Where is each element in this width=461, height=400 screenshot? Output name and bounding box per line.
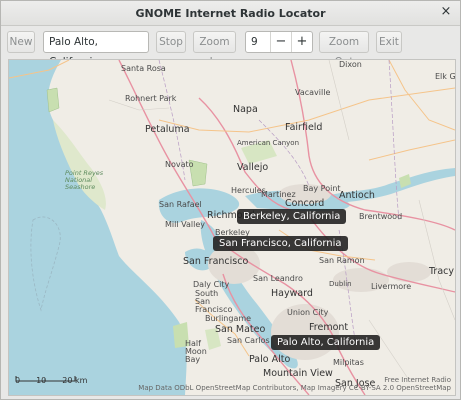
place-label: Dublin bbox=[329, 280, 352, 288]
place-label: San Carlos bbox=[227, 336, 270, 345]
place-label: San Mateo bbox=[215, 324, 266, 335]
place-label: Fremont bbox=[309, 322, 349, 333]
place-label: Fairfield bbox=[285, 122, 323, 133]
location-input[interactable]: Palo Alto, California bbox=[43, 31, 149, 68]
place-label: Rohnert Park bbox=[125, 94, 177, 103]
place-label: Hayward bbox=[271, 288, 313, 299]
place-label: Milpitas bbox=[333, 358, 364, 367]
zoom-increment-button[interactable]: + bbox=[291, 32, 312, 52]
station-marker-palo-alto[interactable]: Palo Alto, California bbox=[271, 335, 381, 350]
window-title: GNOME Internet Radio Locator bbox=[135, 6, 326, 20]
map-scale: 0 10 20 km bbox=[15, 376, 87, 385]
zoom-level-stepper[interactable]: 9 − + bbox=[245, 31, 313, 53]
attribution-line-2[interactable]: Map Data ODbL OpenStreetMap Contributors… bbox=[138, 384, 451, 392]
map-attribution: Free Internet Radio Map Data ODbL OpenSt… bbox=[138, 376, 451, 392]
station-marker-san-francisco[interactable]: San Francisco, California bbox=[213, 236, 348, 251]
place-label: Half Moon Bay bbox=[185, 339, 207, 364]
title-bar[interactable]: GNOME Internet Radio Locator × bbox=[1, 1, 460, 26]
place-label: South San Francisco bbox=[195, 289, 233, 314]
exit-button[interactable]: Exit bbox=[376, 31, 402, 53]
place-label: Elk Gr bbox=[435, 72, 456, 81]
place-label: Novato bbox=[165, 160, 194, 169]
place-label: Petaluma bbox=[145, 124, 190, 135]
place-label: Napa bbox=[233, 104, 258, 115]
toolbar: New Palo Alto, California Stop Zoom In 9… bbox=[1, 26, 460, 68]
place-label: Point Reyes National Seashore bbox=[65, 169, 104, 191]
new-button[interactable]: New bbox=[7, 31, 35, 53]
zoom-level-value[interactable]: 9 bbox=[246, 32, 270, 52]
place-label: Vallejo bbox=[237, 162, 269, 173]
app-window: GNOME Internet Radio Locator × New Palo … bbox=[0, 0, 461, 400]
place-label: Burlingame bbox=[205, 314, 252, 323]
place-label: Dixon bbox=[339, 60, 362, 69]
zoom-in-button[interactable]: Zoom In bbox=[193, 31, 236, 68]
scale-bar bbox=[15, 376, 76, 382]
place-label: San Rafael bbox=[159, 200, 202, 209]
place-label: Daly City bbox=[193, 280, 230, 289]
place-label: Palo Alto bbox=[249, 354, 291, 365]
place-label: Union City bbox=[287, 308, 329, 317]
attribution-line-1: Free Internet Radio bbox=[384, 376, 451, 384]
stop-button[interactable]: Stop bbox=[156, 31, 186, 53]
place-label: San Leandro bbox=[253, 274, 303, 283]
zoom-decrement-button[interactable]: − bbox=[270, 32, 291, 52]
map-view[interactable]: Santa Rosa Rohnert Park Petaluma Napa Va… bbox=[8, 59, 456, 396]
place-label: San Ramon bbox=[319, 256, 365, 265]
place-label: Tracy bbox=[429, 266, 454, 277]
place-label: Bay Point bbox=[303, 184, 341, 193]
place-label: Antioch bbox=[339, 190, 375, 201]
place-label: Brentwood bbox=[359, 212, 403, 221]
place-label: Vacaville bbox=[295, 88, 331, 97]
place-label: Santa Rosa bbox=[121, 64, 166, 73]
place-label: San Francisco bbox=[183, 256, 249, 267]
zoom-out-button[interactable]: Zoom Out bbox=[319, 31, 369, 68]
place-label: Concord bbox=[285, 198, 325, 209]
close-icon[interactable]: × bbox=[438, 4, 454, 20]
place-label: American Canyon bbox=[237, 139, 300, 147]
station-marker-berkeley[interactable]: Berkeley, California bbox=[237, 209, 347, 224]
place-label: Mill Valley bbox=[165, 220, 205, 229]
place-label: Livermore bbox=[371, 282, 412, 291]
